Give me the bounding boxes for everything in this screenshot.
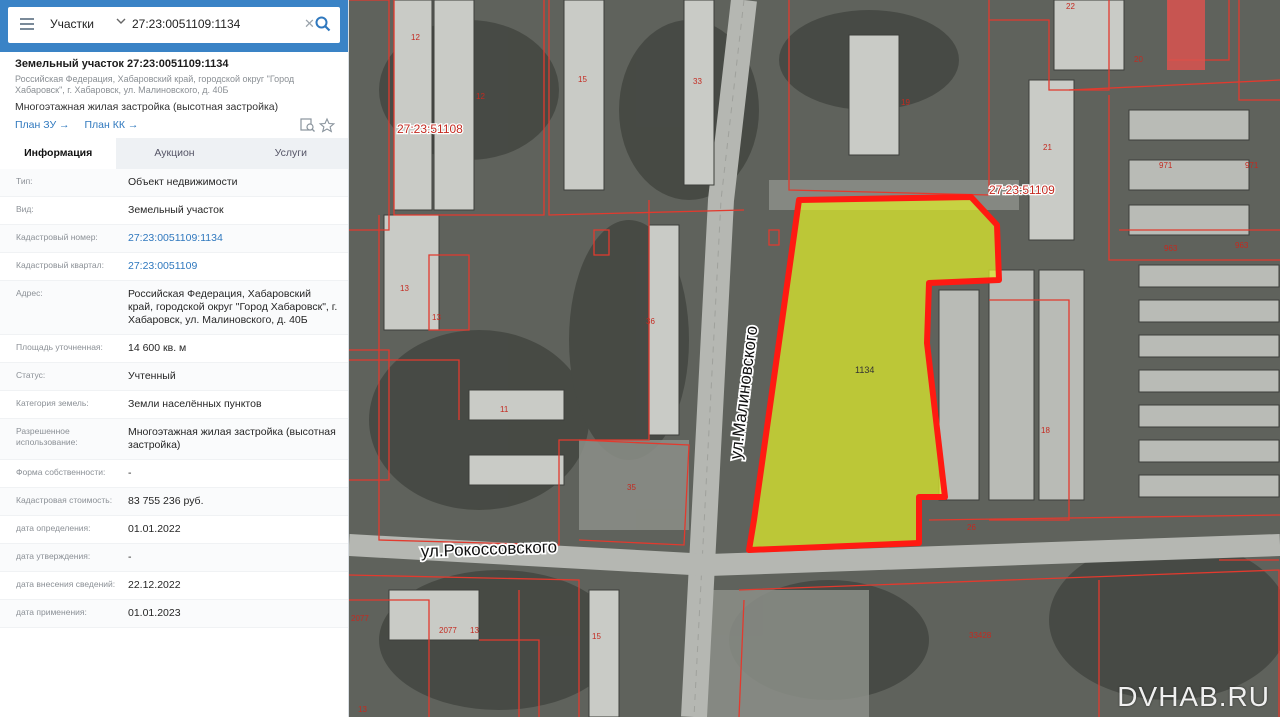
tab-services[interactable]: Услуги bbox=[233, 138, 348, 169]
house-number: 22 bbox=[1066, 2, 1075, 11]
info-row: Площадь уточненная: 14 600 кв. м bbox=[0, 335, 348, 363]
house-number: 12 bbox=[476, 92, 485, 101]
info-row-key: Адрес: bbox=[16, 288, 43, 298]
info-row-value: Земли населённых пунктов bbox=[128, 398, 262, 410]
house-number: 33 bbox=[693, 77, 702, 86]
info-row-key: дата применения: bbox=[16, 607, 87, 617]
plan-zu-link[interactable]: План ЗУ → bbox=[15, 119, 70, 131]
info-row: Категория земель: Земли населённых пункто… bbox=[0, 391, 348, 419]
house-number: 36 bbox=[646, 317, 655, 326]
aerial-map[interactable]: 1134 ул.Малиновского ул.Рокоссовского 27… bbox=[349, 0, 1280, 717]
info-row: Кадастровый квартал: 27:23:0051109 bbox=[0, 253, 348, 281]
house-number: 15 bbox=[578, 75, 587, 84]
info-table: Тип: Объект недвижимости Вид: Земельный уча… bbox=[0, 169, 348, 628]
house-number: 13 bbox=[432, 313, 441, 322]
info-row-key: Кадастровый квартал: bbox=[16, 260, 104, 270]
plan-links: План ЗУ → План КК → bbox=[15, 119, 150, 131]
info-row: дата утверждения: - bbox=[0, 544, 348, 572]
info-row: дата внесения сведений: 22.12.2022 bbox=[0, 572, 348, 600]
info-row-value: Российская Федерация, Хабаровский край, … bbox=[128, 288, 338, 326]
house-number: 963 bbox=[1164, 244, 1178, 253]
plan-kk-link[interactable]: План КК → bbox=[84, 119, 138, 131]
info-panel: Участки ✕ Земельный участок 27:23:005110… bbox=[0, 0, 349, 717]
house-number: 971 bbox=[1159, 161, 1173, 170]
quarter-label-51108: 27:23:51108 bbox=[397, 122, 463, 136]
house-number: 15 bbox=[592, 632, 601, 641]
info-row-value: - bbox=[128, 467, 132, 479]
info-row-key: Площадь уточненная: bbox=[16, 342, 103, 352]
info-row-key: дата утверждения: bbox=[16, 551, 91, 561]
info-row-key: Форма собственности: bbox=[16, 467, 106, 477]
info-row-value: 14 600 кв. м bbox=[128, 342, 187, 354]
info-row-key: Статус: bbox=[16, 370, 46, 380]
info-row: дата применения: 01.01.2023 bbox=[0, 600, 348, 628]
search-bar: Участки ✕ bbox=[0, 0, 348, 52]
object-tools bbox=[300, 117, 340, 133]
house-number: 20 bbox=[1134, 55, 1143, 64]
info-row: Тип: Объект недвижимости bbox=[0, 169, 348, 197]
info-row-key: Кадастровая стоимость: bbox=[16, 495, 113, 505]
parcel-label: 1134 bbox=[855, 365, 874, 375]
house-number: 26 bbox=[967, 523, 976, 532]
house-number: 33428 bbox=[969, 631, 992, 640]
info-row: Форма собственности: - bbox=[0, 460, 348, 488]
info-row: дата определения: 01.01.2022 bbox=[0, 516, 348, 544]
info-row-value: 22.12.2022 bbox=[128, 579, 181, 591]
info-row: Разрешенное использование: Многоэтажная ж… bbox=[0, 419, 348, 460]
object-header: Земельный участок 27:23:0051109:1134 Рос… bbox=[15, 58, 340, 113]
info-row: Адрес: Российская Федерация, Хабаровский … bbox=[0, 281, 348, 335]
info-row-value: 01.01.2022 bbox=[128, 523, 181, 535]
info-row-value: 01.01.2023 bbox=[128, 607, 181, 619]
object-address: Российская Федерация, Хабаровский край, … bbox=[15, 74, 295, 95]
star-icon[interactable] bbox=[318, 117, 336, 133]
house-number: 2077 bbox=[351, 614, 369, 623]
info-row: Кадастровый номер: 27:23:0051109:1134 bbox=[0, 225, 348, 253]
search-icon[interactable] bbox=[314, 15, 332, 33]
watermark: DVHAB.RU bbox=[1117, 681, 1270, 712]
info-row-link[interactable]: 27:23:0051109:1134 bbox=[128, 232, 338, 245]
info-row-key: дата определения: bbox=[16, 523, 91, 533]
house-number: 13 bbox=[400, 284, 409, 293]
info-row-key: Разрешенное использование: bbox=[16, 426, 78, 447]
info-row: Вид: Земельный участок bbox=[0, 197, 348, 225]
info-row-key: Кадастровый номер: bbox=[16, 232, 98, 242]
info-row-value: Многоэтажная жилая застройка (высотная з… bbox=[128, 426, 336, 451]
quarter-label-51109: 27:23:51109 bbox=[989, 183, 1055, 197]
info-row-value: 83 755 236 руб. bbox=[128, 495, 204, 507]
house-number: 12 bbox=[411, 33, 420, 42]
map-view[interactable]: 1134 ул.Малиновского ул.Рокоссовского 27… bbox=[349, 0, 1280, 717]
menu-icon[interactable] bbox=[20, 18, 34, 30]
info-row-key: Тип: bbox=[16, 176, 33, 186]
house-number: 963 bbox=[1235, 241, 1249, 250]
house-number: 11 bbox=[500, 405, 509, 414]
info-row-value: Объект недвижимости bbox=[128, 176, 238, 188]
info-tabs: Информация Аукцион Услуги bbox=[0, 138, 348, 169]
info-row-link[interactable]: 27:23:0051109 bbox=[128, 260, 338, 273]
house-number: 13 bbox=[358, 705, 367, 714]
info-row-key: Категория земель: bbox=[16, 398, 89, 408]
house-number: 13 bbox=[470, 626, 479, 635]
house-number: 18 bbox=[1041, 426, 1050, 435]
zoom-to-object-icon[interactable] bbox=[300, 118, 315, 132]
house-number: 971 bbox=[1245, 161, 1259, 170]
chevron-down-icon[interactable] bbox=[115, 15, 127, 27]
object-title: Земельный участок 27:23:0051109:1134 bbox=[15, 58, 229, 70]
info-row-key: Вид: bbox=[16, 204, 34, 214]
object-use: Многоэтажная жилая застройка (высотная з… bbox=[15, 101, 279, 113]
house-number: 35 bbox=[627, 483, 636, 492]
search-box: Участки ✕ bbox=[8, 7, 340, 43]
info-row-value: - bbox=[128, 551, 132, 563]
info-row: Кадастровая стоимость: 83 755 236 руб. bbox=[0, 488, 348, 516]
info-row-value: Земельный участок bbox=[128, 204, 224, 216]
tab-auction[interactable]: Аукцион bbox=[116, 138, 232, 169]
tab-information[interactable]: Информация bbox=[0, 138, 117, 169]
info-row: Статус: Учтенный bbox=[0, 363, 348, 391]
search-input[interactable] bbox=[132, 12, 302, 36]
house-number: 21 bbox=[1043, 143, 1052, 152]
house-number: 2077 bbox=[439, 626, 457, 635]
info-row-value: Учтенный bbox=[128, 370, 176, 382]
house-number: 19 bbox=[901, 98, 910, 107]
info-row-key: дата внесения сведений: bbox=[16, 579, 116, 589]
search-type-select[interactable]: Участки bbox=[50, 17, 94, 31]
